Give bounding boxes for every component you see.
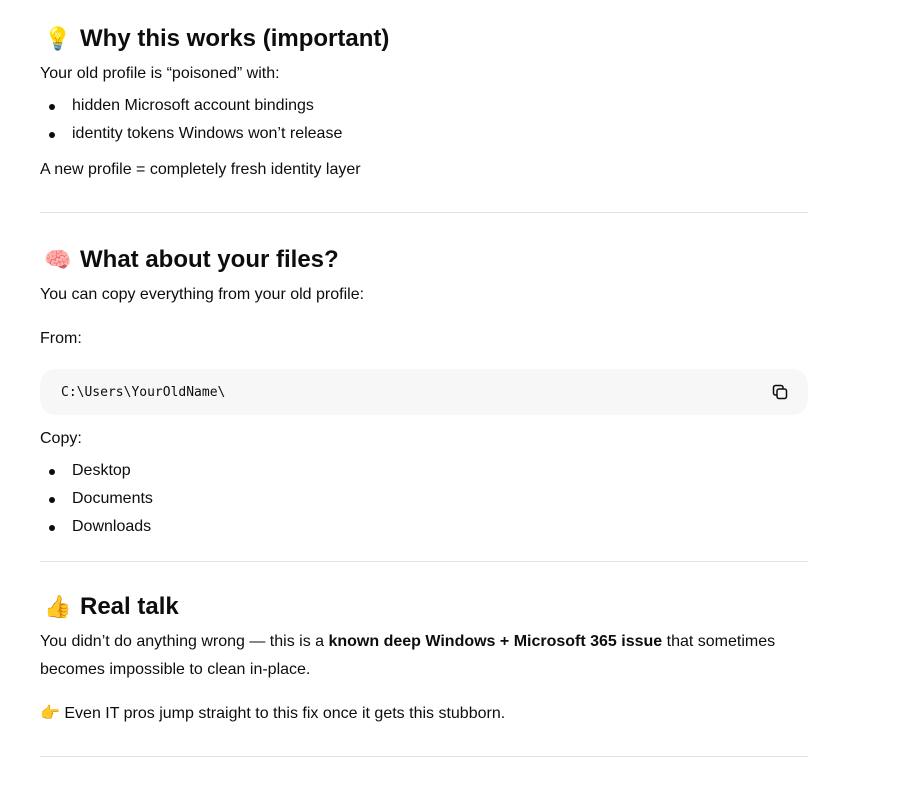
divider [40,756,808,757]
paragraph: You can copy everything from your old pr… [40,286,365,303]
section-title: What about your files? [80,246,339,273]
paragraph: Copy: [40,430,82,447]
tip-paragraph: 👉 Even IT pros jump straight to this fix… [40,700,808,728]
bold-text: known deep Windows + Microsoft 365 issue [328,633,663,650]
bullet-list: Desktop Documents Downloads [40,457,808,541]
list-item: identity tokens Windows won’t release [40,120,808,148]
pointing-right-icon: 👉 [40,705,60,722]
list-item: Documents [40,485,808,513]
paragraph: From: [40,330,82,347]
brain-icon: 🧠 [44,247,72,272]
paragraph: A new profile = completely fresh identit… [40,161,361,178]
lightbulb-icon: 💡 [44,26,72,51]
list-item: Downloads [40,513,808,541]
message-content: 💡 Why this works (important) Your old pr… [40,0,808,757]
copy-icon [772,384,788,400]
copy-button[interactable] [770,382,790,402]
section-heading-why: 💡 Why this works (important) [40,22,808,56]
paragraph: You didn’t do anything wrong — this is a… [40,628,808,684]
paragraph: Your old profile is “poisoned” with: [40,65,280,82]
list-item: hidden Microsoft account bindings [40,92,808,120]
list-item: Desktop [40,457,808,485]
section-title: Real talk [80,593,179,620]
tip-text: Even IT pros jump straight to this fix o… [59,705,506,722]
section-heading-real-talk: 👍 Real talk [40,590,808,624]
code-text[interactable]: C:\Users\YourOldName\ [61,385,225,400]
section-title: Why this works (important) [80,25,390,52]
thumbs-up-icon: 👍 [44,594,72,619]
code-block: C:\Users\YourOldName\ [40,369,808,415]
paragraph-text: You didn’t do anything wrong — this is a [40,633,329,650]
section-heading-files: 🧠 What about your files? [40,243,808,277]
bullet-list: hidden Microsoft account bindings identi… [40,92,808,148]
